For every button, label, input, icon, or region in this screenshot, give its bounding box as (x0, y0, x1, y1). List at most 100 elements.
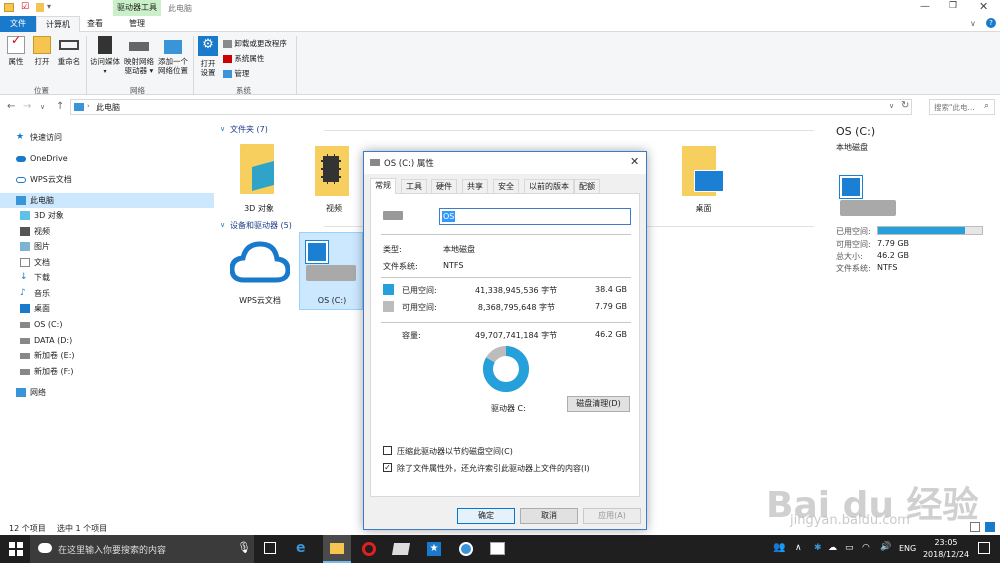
drive-name-input[interactable] (439, 208, 631, 225)
dialog-tab-quota[interactable]: 配额 (574, 179, 600, 193)
battery-icon[interactable]: ▭ (845, 543, 854, 553)
address-field[interactable]: › 此电脑 ∨ ↻ (70, 99, 912, 115)
sidebar-item-music[interactable]: ♪ 音乐 (0, 286, 214, 301)
dialog-tab-hardware[interactable]: 硬件 (431, 179, 457, 193)
drives-header[interactable]: 设备和驱动器 (5) (230, 220, 292, 231)
sidebar-item-downloads[interactable]: ↓ 下载 (0, 270, 214, 285)
star-app-icon[interactable]: ★ (427, 542, 441, 556)
address-dropdown-icon[interactable]: ∨ (889, 102, 894, 110)
edge-browser-icon[interactable]: e (296, 540, 306, 556)
sidebar-item-quick-access[interactable]: ★ 快速访问 (0, 130, 214, 145)
search-icon[interactable]: ⌕ (984, 101, 989, 111)
disk-cleanup-button[interactable]: 磁盘清理(D) (567, 396, 630, 412)
group-collapse-icon[interactable]: ∨ (220, 125, 225, 133)
uninstall-button[interactable]: 卸载或更改程序 (223, 38, 287, 49)
up-arrow-icon[interactable]: ↑ (56, 101, 64, 112)
sidebar-item-network[interactable]: 网络 (0, 385, 214, 400)
compress-checkbox[interactable] (383, 446, 392, 455)
microphone-icon[interactable]: 🎙 (237, 541, 251, 554)
sidebar-item-videos[interactable]: 视频 (0, 224, 214, 239)
help-icon[interactable]: ? (986, 18, 996, 28)
properties-button[interactable]: ✓ 属性 (4, 34, 28, 66)
group-collapse-icon[interactable]: ∨ (220, 221, 225, 229)
large-icons-view-icon[interactable] (985, 522, 995, 532)
breadcrumb-path[interactable]: 此电脑 (96, 102, 120, 113)
tray-app-icon[interactable]: ✱ (814, 543, 822, 553)
sidebar-item-drive-c[interactable]: OS (C:) (0, 317, 214, 332)
drive-item-wps-cloud[interactable]: WPS云文档 (228, 236, 292, 310)
sidebar-item-3d-objects[interactable]: 3D 对象 (0, 208, 214, 223)
ok-button[interactable]: 确定 (457, 508, 515, 524)
close-icon[interactable]: ✕ (979, 0, 988, 13)
open-settings-button[interactable]: ⚙ 打开 设置 (196, 36, 220, 77)
folders-header[interactable]: 文件夹 (7) (230, 124, 268, 135)
forward-arrow-icon[interactable]: → (23, 101, 31, 112)
tab-computer[interactable]: 计算机 (36, 16, 80, 32)
clock-time[interactable]: 23:05 (926, 538, 966, 547)
index-label[interactable]: 除了文件属性外，还允许索引此驱动器上文件的内容(I) (397, 463, 590, 474)
sidebar-item-drive-d[interactable]: DATA (D:) (0, 333, 214, 348)
sidebar-item-onedrive[interactable]: OneDrive (0, 151, 214, 166)
minimize-icon[interactable]: — (920, 1, 930, 12)
used-space-gb: 38.4 GB (595, 285, 628, 294)
browser-app-icon[interactable] (459, 542, 473, 556)
tab-file[interactable]: 文件 (0, 16, 36, 32)
breadcrumb-chevron-icon[interactable]: › (87, 102, 90, 110)
new-folder-icon[interactable] (36, 3, 44, 12)
volume-icon[interactable]: 🔊 (880, 542, 891, 552)
open-button[interactable]: 打开 (30, 36, 54, 66)
clock-date[interactable]: 2018/12/24 (916, 550, 976, 559)
sidebar-item-drive-f[interactable]: 新加卷 (F:) (0, 364, 214, 379)
compress-label[interactable]: 压缩此驱动器以节约磁盘空间(C) (397, 446, 513, 457)
taskbar-search-box[interactable]: 在这里输入你要搜索的内容 🎙 (30, 535, 254, 563)
dialog-tab-sharing[interactable]: 共享 (462, 179, 488, 193)
sidebar-item-drive-e[interactable]: 新加卷 (E:) (0, 348, 214, 363)
people-icon[interactable]: 👥 (773, 542, 785, 553)
drive-item-c[interactable]: OS (C:) (299, 232, 363, 310)
add-network-location-button[interactable]: 添加一个 网络位置 (156, 36, 190, 75)
netease-music-icon[interactable] (362, 542, 376, 556)
task-view-icon[interactable] (264, 542, 276, 554)
cloud-tray-icon[interactable]: ☁ (828, 543, 837, 553)
sidebar-item-pictures[interactable]: 图片 (0, 239, 214, 254)
folder-item-videos[interactable]: 视频 (309, 142, 359, 214)
cancel-button[interactable]: 取消 (520, 508, 578, 524)
tray-overflow-icon[interactable]: ∧ (795, 543, 802, 553)
recent-dropdown-icon[interactable]: ∨ (40, 103, 45, 111)
quick-access-dropdown-icon[interactable]: ▾ (47, 2, 51, 11)
tab-manage[interactable]: 管理 (113, 16, 161, 32)
checkmark-icon[interactable]: ☑ (21, 2, 29, 12)
folder-item-desktop[interactable]: 桌面 (676, 142, 731, 214)
tab-view[interactable]: 查看 (80, 16, 110, 32)
back-arrow-icon[interactable]: ← (7, 101, 15, 112)
rename-button[interactable]: 重命名 (55, 36, 83, 66)
search-box[interactable]: 搜索"此电... ⌕ (929, 99, 995, 115)
index-checkbox[interactable]: ✓ (383, 463, 392, 472)
sidebar-item-desktop[interactable]: 桌面 (0, 301, 214, 316)
manage-button[interactable]: 管理 (223, 68, 249, 79)
app-icon[interactable] (391, 543, 411, 555)
sidebar-item-wps-cloud[interactable]: WPS云文档 (0, 172, 214, 187)
windows-start-icon[interactable] (9, 542, 23, 556)
refresh-icon[interactable]: ↻ (901, 100, 909, 111)
system-properties-button[interactable]: 系统属性 (223, 53, 264, 64)
ribbon-collapse-icon[interactable]: ∨ (970, 19, 976, 28)
dialog-tab-previous-versions[interactable]: 以前的版本 (524, 179, 574, 193)
apply-button[interactable]: 应用(A) (583, 508, 641, 524)
folder-item-3d-objects[interactable]: 3D 对象 (234, 142, 284, 214)
sidebar-item-label: 新加卷 (F:) (34, 367, 74, 376)
map-drive-button[interactable]: 映射网络 驱动器 ▾ (122, 36, 156, 75)
photos-icon[interactable] (490, 542, 505, 555)
dialog-tab-security[interactable]: 安全 (493, 179, 519, 193)
input-language[interactable]: ENG (899, 544, 916, 553)
action-center-icon[interactable] (978, 542, 990, 554)
dialog-tab-general[interactable]: 常规 (370, 178, 396, 194)
sidebar-item-this-pc[interactable]: 此电脑 (0, 193, 214, 208)
maximize-icon[interactable]: ❐ (949, 1, 957, 11)
dialog-tab-tools[interactable]: 工具 (401, 179, 427, 193)
wifi-icon[interactable]: ◠ (862, 543, 870, 553)
file-explorer-taskbar-button[interactable] (323, 535, 351, 563)
dialog-close-icon[interactable]: ✕ (630, 155, 639, 168)
access-media-button[interactable]: 访问媒体 ▾ (88, 36, 122, 76)
sidebar-item-documents[interactable]: 文档 (0, 255, 214, 270)
